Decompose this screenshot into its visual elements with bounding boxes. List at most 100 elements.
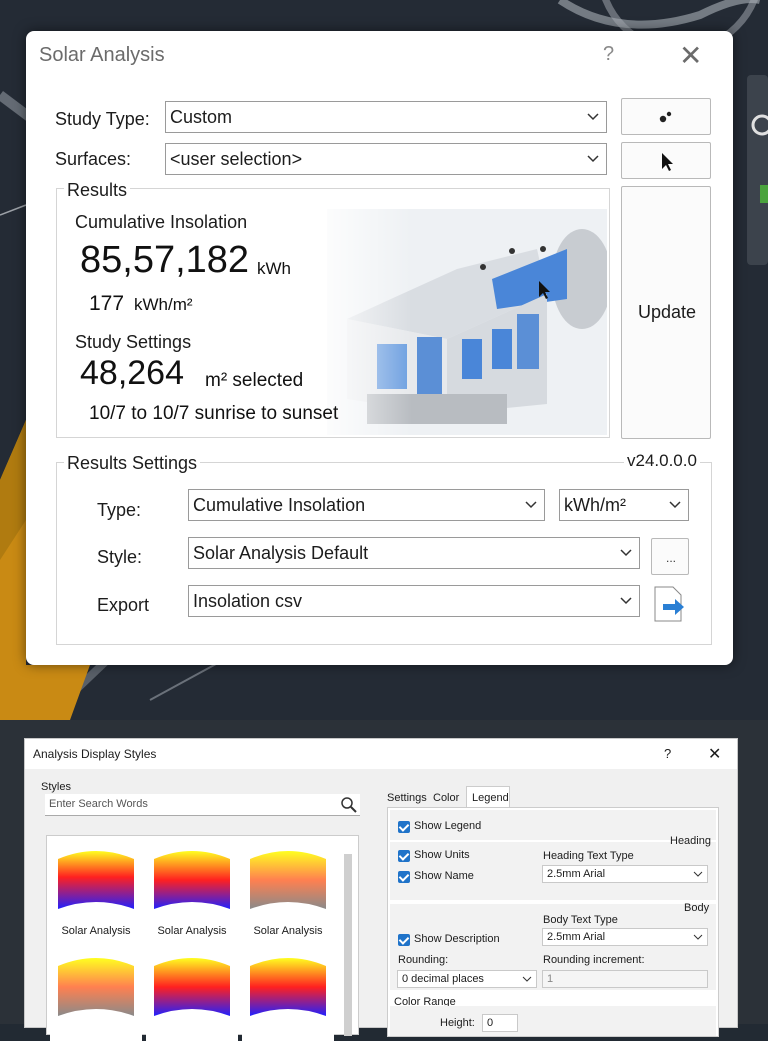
search-placeholder: Enter Search Words: [49, 798, 148, 810]
show-name-checkbox[interactable]: [398, 871, 410, 883]
chevron-down-icon: [522, 976, 532, 982]
cursor-icon: [662, 153, 673, 171]
study-type-dropdown[interactable]: Custom: [165, 101, 607, 133]
body-section-label: Body: [684, 902, 710, 914]
chevron-down-icon: [525, 501, 537, 509]
results-settings-group: Results Settings v24.0.0.0 Type: Cumulat…: [56, 451, 712, 645]
results-group-label: Results: [64, 180, 131, 201]
search-icon: [341, 797, 357, 813]
color-range-section: Height: 0: [390, 1006, 716, 1036]
export-label: Export: [97, 595, 150, 615]
cumulative-insolation-heading: Cumulative Insolation: [75, 212, 248, 232]
dialog-title: Solar Analysis: [39, 44, 165, 66]
export-value: Insolation csv: [193, 591, 303, 611]
show-units-checkbox[interactable]: [398, 850, 410, 862]
solar-analysis-dialog: Solar Analysis ? ✕ Study Type: Custom Su…: [26, 31, 733, 665]
tab-legend[interactable]: Legend: [466, 786, 510, 808]
style-thumbnail[interactable]: Solar Analysis: [146, 839, 238, 937]
close-button[interactable]: ✕: [708, 744, 721, 764]
selected-area-unit: m² selected: [205, 370, 304, 391]
height-input[interactable]: 0: [482, 1014, 518, 1032]
dialog-title: Analysis Display Styles: [33, 747, 157, 761]
total-insolation-value: 85,57,182: [80, 239, 250, 281]
results-settings-label: Results Settings: [64, 453, 201, 474]
tab-settings[interactable]: Settings: [387, 792, 427, 804]
gallery-scrollbar[interactable]: [344, 854, 352, 1036]
styles-gallery: Solar Analysis Solar Analysis Solar Anal…: [46, 835, 359, 1041]
thumbnail-label: Solar Analysis: [157, 925, 227, 937]
height-label: Height:: [440, 1017, 475, 1029]
per-area-unit: kWh/m²: [134, 295, 193, 314]
heading-text-type-dropdown[interactable]: 2.5mm Arial: [542, 865, 708, 883]
tab-legend-label: Legend: [472, 792, 509, 804]
surfaces-dropdown[interactable]: <user selection>: [165, 143, 607, 175]
chevron-down-icon: [587, 113, 599, 121]
style-search-input[interactable]: Enter Search Words: [45, 794, 360, 816]
rounding-increment-value: 1: [547, 973, 554, 985]
title-bar: Analysis Display Styles ? ✕: [25, 739, 737, 769]
style-thumbnail[interactable]: Solar Analysis: [242, 839, 334, 937]
chevron-down-icon: [669, 501, 681, 509]
study-type-value: Custom: [170, 107, 233, 127]
show-description-label: Show Description: [414, 933, 500, 945]
export-dropdown[interactable]: Insolation csv: [188, 585, 640, 617]
chevron-down-icon: [620, 597, 632, 605]
ellipsis-icon: ...: [665, 551, 676, 565]
unit-dropdown[interactable]: kWh/m²: [559, 489, 689, 521]
show-name-label: Show Name: [414, 870, 474, 882]
rounding-label: Rounding:: [398, 954, 449, 966]
result-type-dropdown[interactable]: Cumulative Insolation: [188, 489, 545, 521]
help-button[interactable]: ?: [664, 746, 671, 761]
show-description-checkbox[interactable]: [398, 934, 410, 946]
analysis-display-styles-dialog: Analysis Display Styles ? ✕ Styles Enter…: [24, 738, 738, 1041]
update-button-label: Update: [637, 302, 697, 322]
results-group: Results Cumulative Insolation 85,57,182 …: [56, 180, 610, 438]
gradient-swatch-icon: [154, 851, 230, 909]
rounding-dropdown[interactable]: 0 decimal places: [397, 970, 537, 988]
gradient-swatch-icon: [58, 958, 134, 1016]
show-legend-checkbox[interactable]: [398, 821, 410, 833]
style-thumbnail[interactable]: [242, 946, 334, 1041]
gradient-swatch-icon: [250, 958, 326, 1016]
height-value: 0: [487, 1017, 494, 1029]
study-settings-button[interactable]: [621, 98, 711, 135]
heading-text-type-label: Heading Text Type: [543, 850, 634, 862]
edit-style-button[interactable]: ...: [651, 538, 689, 575]
body-text-type-dropdown[interactable]: 2.5mm Arial: [542, 928, 708, 946]
style-thumbnail[interactable]: Solar Analysis: [50, 839, 142, 937]
study-type-label: Study Type:: [55, 109, 150, 129]
rounding-value: 0 decimal places: [402, 973, 484, 985]
surfaces-value: <user selection>: [170, 149, 303, 169]
tab-color[interactable]: Color: [433, 792, 459, 804]
select-surfaces-button[interactable]: [621, 142, 711, 179]
style-thumbnail[interactable]: [50, 946, 142, 1041]
surfaces-label: Surfaces:: [55, 149, 132, 169]
study-settings-heading: Study Settings: [75, 332, 192, 352]
result-type-value: Cumulative Insolation: [193, 495, 366, 515]
update-button[interactable]: Update: [621, 186, 711, 439]
export-button[interactable]: [651, 584, 689, 624]
version-label: v24.0.0.0: [624, 451, 700, 471]
legend-row: Show Legend: [390, 810, 716, 840]
gradient-swatch-icon: [58, 851, 134, 909]
unit-value: kWh/m²: [564, 495, 626, 515]
style-dropdown[interactable]: Solar Analysis Default: [188, 537, 640, 569]
show-units-label: Show Units: [414, 849, 470, 861]
gradient-swatch-icon: [154, 958, 230, 1016]
help-button[interactable]: ?: [603, 43, 614, 66]
body-text-type-value: 2.5mm Arial: [547, 931, 606, 943]
close-button[interactable]: ✕: [679, 39, 702, 72]
chevron-down-icon: [587, 155, 599, 163]
type-label: Type:: [97, 500, 142, 520]
rounding-increment-input: 1: [542, 970, 708, 988]
show-legend-label: Show Legend: [414, 820, 482, 832]
thumbnail-label: Solar Analysis: [61, 925, 131, 937]
body-text-type-label: Body Text Type: [543, 914, 618, 926]
styles-label: Styles: [41, 781, 71, 793]
chevron-down-icon: [620, 549, 632, 557]
style-thumbnail[interactable]: [146, 946, 238, 1041]
date-range: 10/7 to 10/7 sunrise to sunset: [89, 403, 339, 424]
gradient-swatch-icon: [250, 851, 326, 909]
legend-panel: Show Legend Heading Show Units Show Name…: [387, 807, 719, 1037]
total-insolation-unit: kWh: [257, 259, 291, 278]
